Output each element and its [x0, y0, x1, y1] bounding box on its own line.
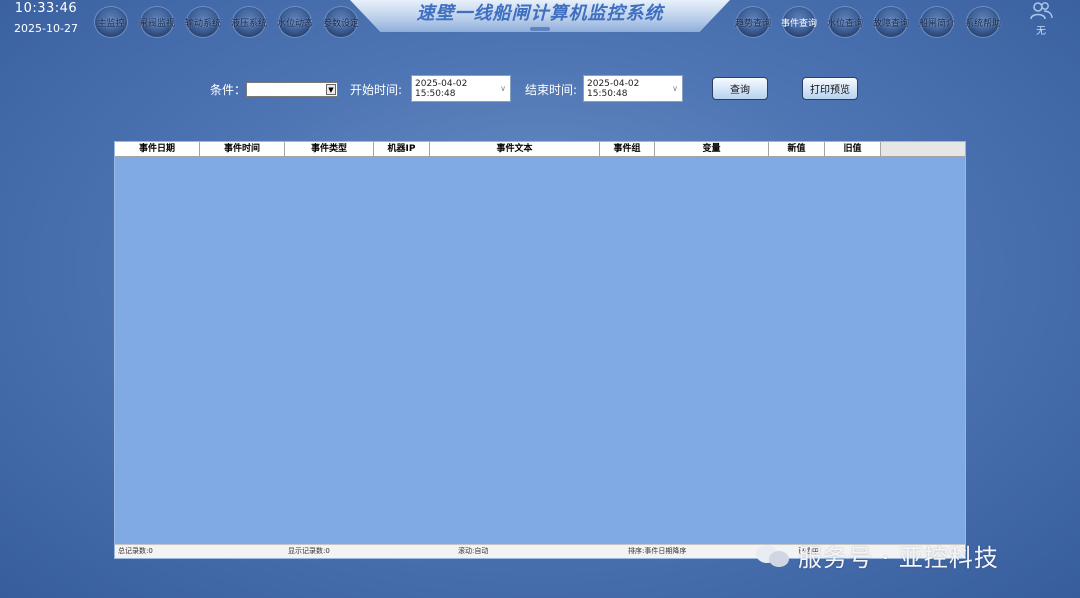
- nav-label: 参数设定: [322, 18, 359, 29]
- watermark: 服务号 · 亚控科技: [756, 538, 999, 572]
- print-preview-button[interactable]: 打印预览: [802, 77, 858, 100]
- total-records: 总记录数:0: [118, 547, 153, 555]
- col-machine-ip[interactable]: 机器IP: [374, 142, 430, 157]
- chevron-down-icon: ∨: [672, 84, 678, 93]
- filter-bar: 条件： ▼ 开始时间: 2025-04-02 15:50:48 ∨ 结束时间: …: [0, 75, 1080, 103]
- nav-water-level-query[interactable]: 水位查询: [824, 6, 866, 38]
- clock-time: 10:33:46: [14, 1, 78, 16]
- nav-water-level[interactable]: 水位动态: [274, 6, 316, 38]
- nav-hydraulic-system[interactable]: 液压系统: [228, 6, 270, 38]
- nav-label: 输动系统: [184, 18, 221, 29]
- title-tab-decoration: [530, 27, 550, 31]
- col-event-group[interactable]: 事件组: [600, 142, 655, 157]
- col-event-type[interactable]: 事件类型: [285, 142, 374, 157]
- header-filler: [881, 142, 965, 157]
- nav-lock-intro[interactable]: 船闸简介: [916, 6, 958, 38]
- nav-label: 系统帮助: [964, 18, 1001, 29]
- condition-label: 条件：: [210, 83, 247, 97]
- end-time-picker[interactable]: 2025-04-02 15:50:48 ∨: [583, 75, 683, 102]
- chevron-down-icon[interactable]: ▼: [326, 84, 336, 95]
- nav-event-query[interactable]: 事件查询: [778, 6, 820, 38]
- col-old-value[interactable]: 旧值: [825, 142, 881, 157]
- title-banner: 速壁一线船闸计算机监控系统: [350, 0, 730, 32]
- nav-label: 闸阀监视: [138, 18, 175, 29]
- users-icon: [1028, 1, 1054, 21]
- start-time-picker[interactable]: 2025-04-02 15:50:48 ∨: [411, 75, 511, 102]
- nav-label: 故障查询: [872, 18, 909, 29]
- nav-trend-query[interactable]: 趋势查询: [732, 6, 774, 38]
- nav-left: 主监控 闸阀监视 输动系统 液压系统 水位动态 参数设定: [90, 6, 362, 38]
- user-area[interactable]: 无: [1024, 0, 1058, 37]
- start-time-label: 开始时间:: [350, 83, 403, 97]
- nav-fault-query[interactable]: 故障查询: [870, 6, 912, 38]
- nav-label: 主监控: [97, 18, 125, 29]
- table-body[interactable]: [115, 157, 965, 545]
- query-button[interactable]: 查询: [712, 77, 768, 100]
- app-title: 速壁一线船闸计算机监控系统: [416, 3, 664, 24]
- nav-right: 趋势查询 事件查询 水位查询 故障查询 船闸简介 系统帮助: [732, 6, 1004, 38]
- col-variable[interactable]: 变量: [655, 142, 769, 157]
- clock: 10:33:46 2025-10-27: [0, 0, 92, 35]
- nav-label: 水位查询: [826, 18, 863, 29]
- user-label: 无: [1036, 26, 1046, 37]
- event-table: 事件日期 事件时间 事件类型 机器IP 事件文本 事件组 变量 新值 旧值 总记…: [114, 141, 966, 559]
- nav-parameter-settings[interactable]: 参数设定: [320, 6, 362, 38]
- start-time-value: 2025-04-02 15:50:48: [415, 78, 468, 99]
- condition-select[interactable]: ▼: [246, 82, 338, 97]
- table-header: 事件日期 事件时间 事件类型 机器IP 事件文本 事件组 变量 新值 旧值: [115, 142, 965, 157]
- nav-system-help[interactable]: 系统帮助: [962, 6, 1004, 38]
- nav-drive-system[interactable]: 输动系统: [182, 6, 224, 38]
- displayed-records: 显示记录数:0: [288, 547, 330, 555]
- col-new-value[interactable]: 新值: [769, 142, 825, 157]
- nav-label: 液压系统: [230, 18, 267, 29]
- nav-label: 水位动态: [276, 18, 313, 29]
- col-event-time[interactable]: 事件时间: [200, 142, 285, 157]
- clock-date: 2025-10-27: [14, 22, 78, 35]
- chevron-down-icon: ∨: [500, 84, 506, 93]
- watermark-text: 服务号 · 亚控科技: [798, 543, 999, 572]
- col-event-date[interactable]: 事件日期: [115, 142, 200, 157]
- end-time-value: 2025-04-02 15:50:48: [587, 78, 640, 99]
- nav-main-monitor[interactable]: 主监控: [90, 6, 132, 38]
- col-event-text[interactable]: 事件文本: [430, 142, 600, 157]
- nav-label: 事件查询: [780, 18, 817, 29]
- scroll-mode: 滚动:自动: [458, 547, 489, 555]
- wechat-icon: [756, 543, 790, 567]
- end-time-label: 结束时间:: [525, 83, 578, 97]
- nav-label: 趋势查询: [734, 18, 771, 29]
- nav-gate-monitor[interactable]: 闸阀监视: [136, 6, 178, 38]
- nav-label: 船闸简介: [918, 18, 955, 29]
